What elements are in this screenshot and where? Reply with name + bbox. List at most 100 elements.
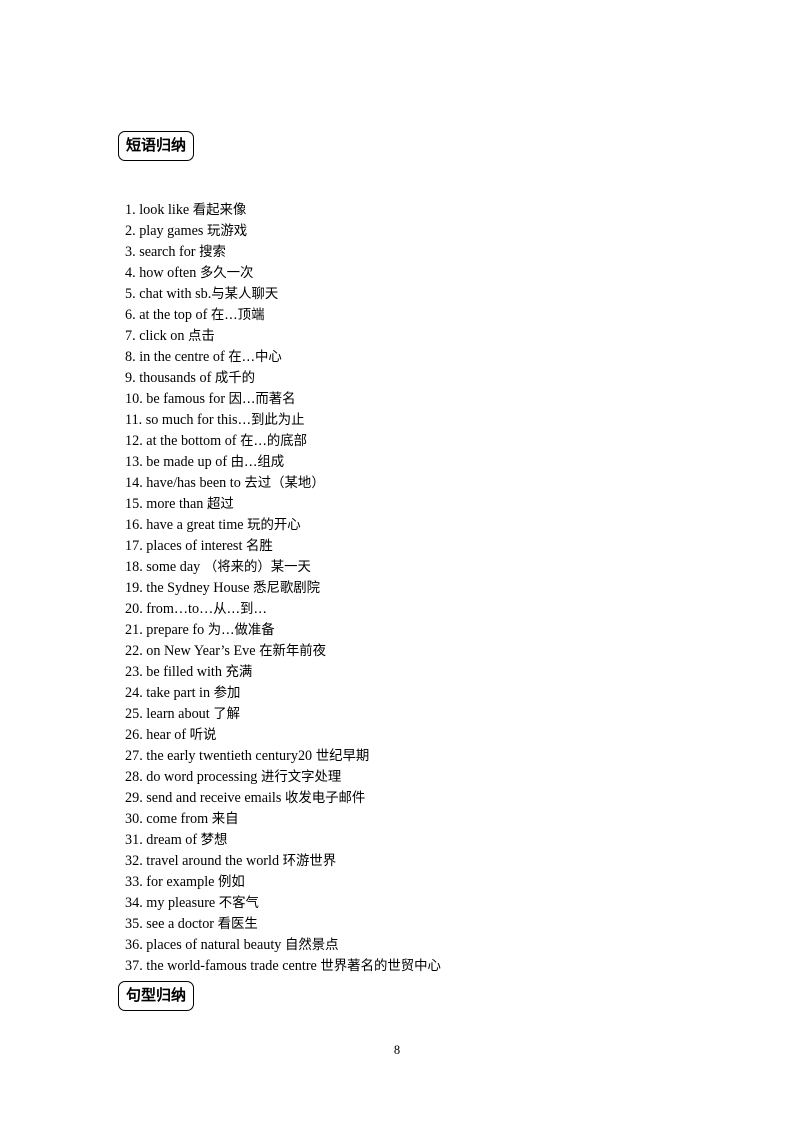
document-page: 短语归纳 1. look like 看起来像 2. play games 玩游戏 3… xyxy=(0,0,794,1123)
phrase-chinese: …到此为止 xyxy=(237,413,305,428)
phrase-list-item: 9. thousands of 成千的 xyxy=(125,368,441,389)
phrase-number: 37. xyxy=(125,958,143,974)
phrase-list-item: 27. the early twentieth century20 世纪早期 xyxy=(125,746,441,767)
phrase-english: my pleasure xyxy=(146,895,219,911)
phrase-english: come from xyxy=(146,811,212,827)
phrase-chinese: 在…顶端 xyxy=(210,308,265,323)
phrase-list-item: 32. travel around the world 环游世界 xyxy=(125,851,441,872)
phrase-list-item: 20. from…to…从…到… xyxy=(125,599,441,620)
phrase-english: learn about xyxy=(146,706,214,722)
phrase-english: chat with sb. xyxy=(139,286,212,302)
phrase-number: 11. xyxy=(125,412,143,428)
phrase-number: 35. xyxy=(125,916,143,932)
phrase-english: thousands of xyxy=(139,370,215,386)
phrase-number: 20. xyxy=(125,601,143,617)
phrase-chinese: 因…而著名 xyxy=(228,392,296,407)
phrase-chinese: 与某人聊天 xyxy=(211,287,279,302)
phrase-number: 23. xyxy=(125,664,143,680)
phrase-chinese: 收发电子邮件 xyxy=(284,791,366,806)
phrase-chinese: 搜索 xyxy=(199,245,226,260)
section-heading-phrases-label: 短语归纳 xyxy=(126,136,187,154)
phrase-number: 8. xyxy=(125,349,136,365)
phrase-chinese: 参加 xyxy=(213,686,241,701)
phrase-chinese: 由…组成 xyxy=(230,455,285,470)
phrase-list-item: 16. have a great time 玩的开心 xyxy=(125,515,441,536)
section-heading-sentences: 句型归纳 xyxy=(118,981,195,1011)
phrase-chinese: 多久一次 xyxy=(199,266,254,281)
phrase-english: in the centre of xyxy=(139,349,229,365)
phrase-english: the world-famous trade centre xyxy=(146,958,321,974)
phrase-english: search for xyxy=(139,244,200,260)
phrase-list-item: 29. send and receive emails 收发电子邮件 xyxy=(125,788,441,809)
phrase-number: 3. xyxy=(125,244,136,260)
phrase-english: play games xyxy=(139,223,207,239)
phrase-number: 33. xyxy=(125,874,143,890)
phrase-list-item: 8. in the centre of 在…中心 xyxy=(125,347,441,368)
phrase-chinese: 世纪早期 xyxy=(315,749,370,764)
phrase-number: 26. xyxy=(125,727,143,743)
phrase-english: have a great time xyxy=(146,517,248,533)
phrase-number: 18. xyxy=(125,559,143,575)
phrase-number: 16. xyxy=(125,517,143,533)
phrase-chinese: 看起来像 xyxy=(192,203,247,218)
phrase-chinese: 看医生 xyxy=(217,917,258,932)
phrase-number: 6. xyxy=(125,307,136,323)
phrase-chinese: 为…做准备 xyxy=(207,623,275,638)
phrase-number: 1. xyxy=(125,202,136,218)
phrase-english: dream of xyxy=(146,832,201,848)
phrase-chinese: 玩的开心 xyxy=(247,518,301,533)
phrase-chinese: 玩游戏 xyxy=(206,224,248,239)
phrase-english: be made up of xyxy=(146,454,231,470)
phrase-list-item: 25. learn about 了解 xyxy=(125,704,441,725)
phrase-chinese: 自然景点 xyxy=(284,938,339,953)
phrase-list-item: 4. how often 多久一次 xyxy=(125,263,441,284)
phrase-list-item: 12. at the bottom of 在…的底部 xyxy=(125,431,441,452)
phrase-chinese: 去过（某地） xyxy=(244,476,325,491)
phrase-number: 17. xyxy=(125,538,143,554)
phrase-english: be filled with xyxy=(146,664,226,680)
phrase-english: travel around the world xyxy=(146,853,283,869)
phrase-chinese: 从…到… xyxy=(213,602,267,617)
phrase-english: do word processing xyxy=(146,769,261,785)
phrase-list-item: 22. on New Year’s Eve 在新年前夜 xyxy=(125,641,441,662)
phrase-english: hear of xyxy=(146,727,190,743)
phrase-chinese: 悉尼歌剧院 xyxy=(253,581,321,596)
phrase-number: 9. xyxy=(125,370,136,386)
phrase-english: so much for this xyxy=(145,412,238,428)
phrase-list-item: 2. play games 玩游戏 xyxy=(125,221,441,242)
phrase-english: click on xyxy=(139,328,189,344)
phrase-chinese: 来自 xyxy=(211,812,239,827)
phrase-list-item: 15. more than 超过 xyxy=(125,494,441,515)
phrase-english: the Sydney House xyxy=(146,580,254,596)
phrase-list-item: 30. come from 来自 xyxy=(125,809,441,830)
phrase-english: be famous for xyxy=(146,391,229,407)
phrase-english: from…to… xyxy=(146,601,214,617)
phrase-list-item: 11. so much for this…到此为止 xyxy=(125,410,441,431)
phrase-number: 15. xyxy=(125,496,143,512)
phrase-number: 27. xyxy=(125,748,143,764)
phrase-list-item: 1. look like 看起来像 xyxy=(125,200,441,221)
phrase-english: how often xyxy=(139,265,200,281)
phrase-english: places of natural beauty xyxy=(146,937,285,953)
phrase-english: see a doctor xyxy=(146,916,218,932)
phrase-number: 32. xyxy=(125,853,143,869)
phrase-number: 22. xyxy=(125,643,143,659)
phrase-list: 1. look like 看起来像 2. play games 玩游戏 3. sea… xyxy=(125,200,441,977)
phrase-chinese: 不客气 xyxy=(218,896,259,911)
phrase-number: 29. xyxy=(125,790,143,806)
phrase-english: more than xyxy=(146,496,207,512)
phrase-list-item: 3. search for 搜索 xyxy=(125,242,441,263)
phrase-english: send and receive emails xyxy=(146,790,285,806)
phrase-chinese: 成千的 xyxy=(214,371,256,386)
phrase-chinese: 了解 xyxy=(213,707,241,722)
phrase-chinese: 进行文字处理 xyxy=(260,770,342,785)
phrase-english: have/has been to xyxy=(146,475,245,491)
phrase-chinese: 听说 xyxy=(189,728,217,743)
phrase-number: 10. xyxy=(125,391,143,407)
phrase-english: look like xyxy=(139,202,193,218)
phrase-number: 7. xyxy=(125,328,136,344)
phrase-number: 19. xyxy=(125,580,143,596)
phrase-number: 34. xyxy=(125,895,143,911)
phrase-english: prepare fo xyxy=(146,622,208,638)
phrase-chinese: 世界著名的世贸中心 xyxy=(320,959,441,974)
